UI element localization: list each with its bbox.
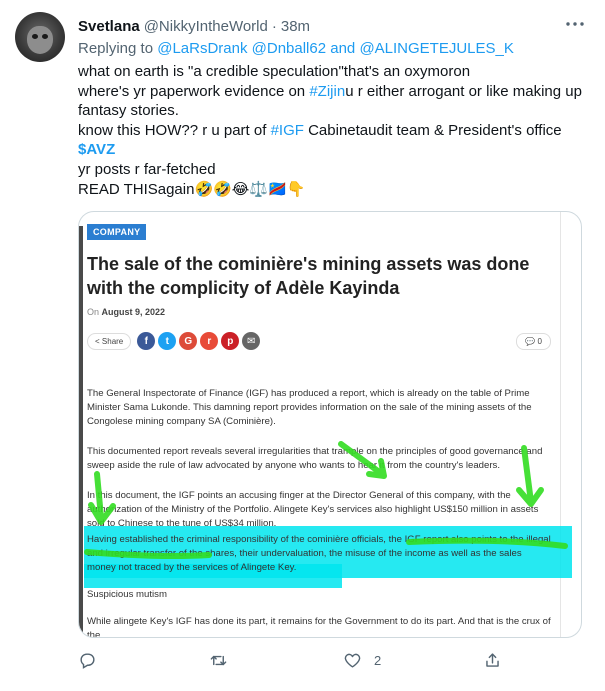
reply-mentions[interactable]: @LaRsDrank @Dnball62 and @ALINGETEJULES_… (157, 40, 514, 57)
tweet-text-part: know this HOW?? r u part of (78, 121, 271, 139)
tweet-text-part: where's yr paperwork evidence on (78, 82, 310, 100)
cashtag-avz[interactable]: $AVZ (78, 140, 593, 160)
avatar-face (27, 26, 53, 54)
replying-to: Replying to @LaRsDrank @Dnball62 and @AL… (78, 40, 514, 57)
like-button[interactable]: 2 (343, 651, 381, 670)
retweet-icon (210, 655, 227, 666)
retweet-button[interactable] (209, 651, 240, 670)
separator-dot: · (271, 17, 277, 35)
tweet-text-part: Cabinetaudit team & President's office (303, 121, 562, 139)
reply-bubble-icon (80, 653, 95, 669)
tweet-header: Svetlana @NikkyIntheWorld · 38m (78, 15, 585, 37)
timestamp[interactable]: 38m (281, 18, 310, 35)
avatar-eye (42, 34, 48, 39)
user-handle[interactable]: @NikkyIntheWorld (144, 18, 268, 35)
attached-image[interactable]: COMPANY The sale of the cominière's mini… (78, 211, 582, 638)
heart-icon (344, 653, 361, 668)
share-upload-icon (486, 653, 499, 667)
tweet-line: what on earth is "a credible speculation… (78, 63, 471, 80)
like-count: 2 (374, 653, 382, 668)
hashtag-zijin[interactable]: #Zijin (309, 83, 345, 100)
tweet-line: fantasy stories. (78, 102, 179, 120)
reply-button[interactable] (78, 651, 109, 670)
share-tweet-button[interactable] (483, 651, 514, 670)
more-dots-icon[interactable] (563, 14, 587, 34)
tweet-text-part: u r either arrogant or like making up (345, 82, 582, 100)
tweet-line: where's yr paperwork evidence on #Zijinu… (78, 82, 593, 102)
tweet-line: READ THISagain🤣🤣😂⚖️🇨🇩👇 (78, 180, 306, 198)
tweet-line: know this HOW?? r u part of #IGF Cabinet… (78, 121, 593, 141)
tweet-text: what on earth is "a credible speculation… (78, 62, 593, 199)
action-bar: 2 (78, 651, 593, 675)
hashtag-igf[interactable]: #IGF (271, 122, 304, 139)
avatar[interactable] (15, 12, 65, 62)
tweet-line: yr posts r far-fetched (78, 160, 216, 178)
reply-prefix: Replying to (78, 40, 158, 57)
avatar-eye (32, 34, 38, 39)
green-arrow-marks (84, 441, 568, 559)
display-name[interactable]: Svetlana (78, 18, 140, 35)
